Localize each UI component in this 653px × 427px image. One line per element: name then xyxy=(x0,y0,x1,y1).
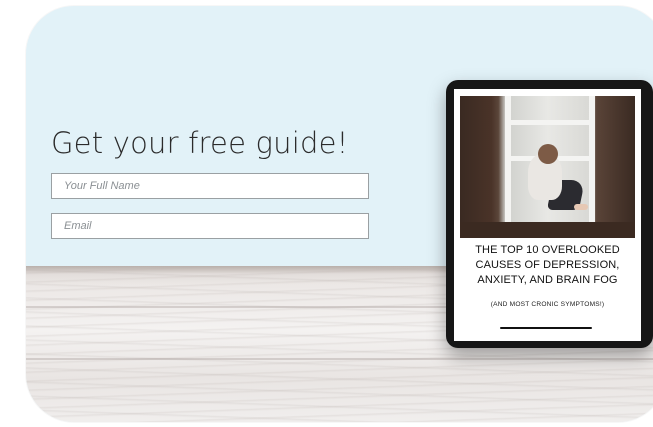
email-input[interactable] xyxy=(51,213,369,239)
tablet-screen: THE TOP 10 OVERLOOKED CAUSES OF DEPRESSI… xyxy=(454,89,641,341)
guide-title-line: THE TOP 10 OVERLOOKED xyxy=(475,244,620,256)
window-bar xyxy=(505,120,595,125)
guide-subtitle: (AND MOST CRONIC SYMPTOMS!) xyxy=(490,301,605,308)
guide-title-line: ANXIETY, AND BRAIN FOG xyxy=(477,274,618,286)
wood-plank-seam xyxy=(26,358,653,360)
full-name-input[interactable] xyxy=(51,173,369,199)
form-headline: Get your free guide! xyxy=(51,126,349,160)
guide-tablet-mockup: THE TOP 10 OVERLOOKED CAUSES OF DEPRESSI… xyxy=(446,80,653,348)
guide-title-line: CAUSES OF DEPRESSION, xyxy=(475,259,620,271)
person-figure-head xyxy=(538,144,558,164)
guide-cover-photo xyxy=(460,96,635,238)
guide-title: THE TOP 10 OVERLOOKED CAUSES OF DEPRESSI… xyxy=(460,243,635,288)
person-figure-feet xyxy=(574,204,588,210)
window-sill xyxy=(460,222,635,238)
tablet-home-bar xyxy=(500,327,592,329)
page: Get your free guide! THE TOP 10 OVERLOOK… xyxy=(0,0,653,427)
